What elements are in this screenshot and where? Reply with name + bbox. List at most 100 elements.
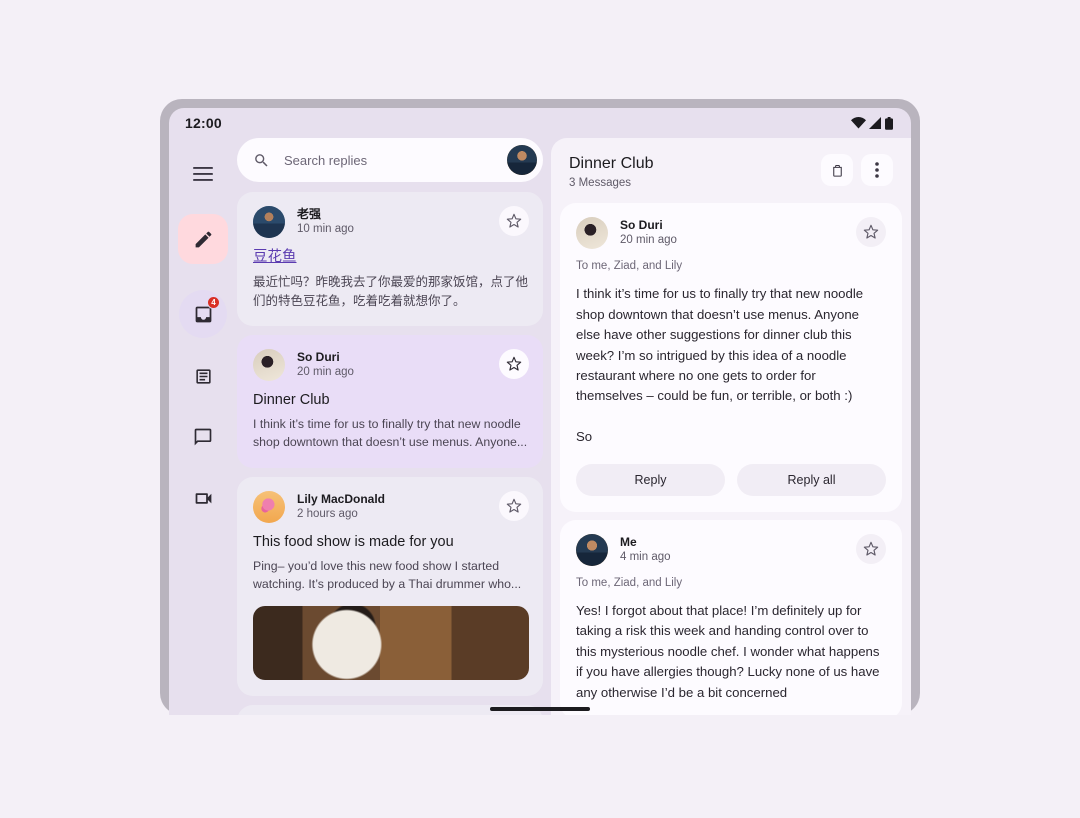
list-item-image[interactable] (253, 605, 529, 680)
reply-actions: Reply Reply all (576, 463, 886, 496)
screen-body: 4 Search replies 老强 10 min ago 豆花鱼 最近忙吗？… (169, 138, 911, 715)
avatar (253, 206, 285, 238)
star-outline-icon (506, 213, 522, 228)
avatar-image (253, 490, 285, 523)
compose-button[interactable] (178, 214, 228, 264)
avatar[interactable] (507, 145, 537, 175)
list-item-sender: 老强 (297, 207, 322, 221)
message-header: Me 4 min ago (576, 533, 886, 566)
list-item-meta: So Duri 20 min ago (297, 349, 499, 378)
list-item-header: Lily MacDonald 2 hours ago (253, 490, 529, 523)
list-item[interactable]: So Duri 20 min ago Dinner Club I think i… (237, 334, 543, 468)
list-item-subject[interactable]: 豆花鱼 (253, 249, 529, 266)
list-item-header: 老强 10 min ago (253, 206, 529, 238)
list-item-meta: 老强 10 min ago (297, 206, 499, 235)
message-count: 3 Messages (569, 177, 632, 190)
list-item-snippet: 最近忙吗？昨晚我去了你最爱的那家饭馆，点了他们的特色豆花鱼，吃着吃着就想你了。 (253, 275, 529, 308)
star-button[interactable] (856, 533, 886, 564)
video-camera-icon (195, 492, 211, 504)
list-item-header: So Duri 20 min ago (253, 348, 529, 381)
message-card: So Duri 20 min ago To me, Ziad, and Lily… (560, 203, 902, 512)
avatar (253, 490, 285, 523)
detail-title-wrap: Dinner Club 3 Messages (569, 154, 813, 189)
delete-button[interactable] (821, 154, 853, 186)
star-button[interactable] (856, 217, 886, 248)
email-attachment-image (253, 605, 529, 680)
more-options-button[interactable] (861, 154, 893, 186)
email-detail-pane: Dinner Club 3 Messages So Duri 20 min ag… (551, 138, 911, 715)
signal-icon (869, 117, 881, 129)
message-card: Me 4 min ago To me, Ziad, and Lily Yes! … (560, 519, 902, 715)
reply-button[interactable]: Reply (576, 463, 725, 496)
message-thread[interactable]: So Duri 20 min ago To me, Ziad, and Lily… (551, 203, 911, 715)
star-outline-icon (506, 498, 522, 513)
more-vertical-icon (875, 162, 879, 178)
message-time: 4 min ago (620, 550, 671, 563)
message-recipients: To me, Ziad, and Lily (576, 576, 683, 589)
search-input[interactable]: Search replies (284, 153, 507, 168)
message-body: Yes! I forgot about that place! I’m defi… (576, 602, 884, 700)
list-item-subject[interactable]: This food show is made for you (253, 534, 529, 551)
page-title: Dinner Club (569, 155, 654, 172)
wifi-icon (851, 117, 866, 129)
list-item-time: 2 hours ago (297, 507, 358, 520)
avatar-image (507, 145, 537, 175)
message-recipients: To me, Ziad, and Lily (576, 260, 683, 273)
pencil-edit-icon (195, 231, 211, 247)
inbox-badge: 4 (207, 296, 220, 309)
navigation-rail: 4 (169, 138, 237, 715)
sidebar-item-menu[interactable] (179, 150, 227, 198)
email-list[interactable]: 老强 10 min ago 豆花鱼 最近忙吗？昨晚我去了你最爱的那家饭馆，点了他… (237, 192, 543, 715)
status-bar-icons (851, 116, 893, 130)
message-meta: So Duri 20 min ago (620, 217, 856, 246)
avatar-image (253, 348, 285, 381)
star-outline-icon (863, 541, 879, 556)
list-item-time: 10 min ago (297, 223, 354, 235)
list-item-snippet: I think it’s time for us to finally try … (253, 417, 528, 449)
message-body: I think it’s time for us to finally try … (576, 286, 864, 445)
star-button[interactable] (499, 206, 529, 236)
reply-all-button[interactable]: Reply all (737, 463, 886, 496)
status-bar-time: 12:00 (185, 115, 222, 131)
chat-bubble-icon (194, 428, 212, 446)
message-sender: So Duri (620, 218, 663, 233)
list-item-meta: Lily MacDonald 2 hours ago (297, 491, 499, 520)
article-icon (195, 368, 211, 384)
device-frame: 12:00 4 Search replies 老强 10 min ago 豆花鱼… (160, 99, 920, 715)
avatar-image (576, 533, 608, 566)
avatar (576, 217, 608, 250)
sidebar-item-inbox[interactable]: 4 (179, 290, 227, 338)
list-item-sender: So Duri (297, 349, 340, 364)
avatar (576, 533, 608, 566)
list-item-subject[interactable]: Dinner Club (253, 392, 529, 409)
list-item-time: 20 min ago (297, 365, 354, 378)
sidebar-item-chat[interactable] (179, 413, 227, 461)
message-header: So Duri 20 min ago (576, 217, 886, 250)
email-list-pane: Search replies 老强 10 min ago 豆花鱼 最近忙吗？昨晚… (237, 138, 551, 715)
message-sender: Me (620, 534, 637, 549)
search-bar[interactable]: Search replies (237, 138, 543, 182)
detail-header: Dinner Club 3 Messages (551, 138, 911, 203)
star-button[interactable] (499, 490, 529, 521)
list-item-snippet: Ping– you’d love this new food show I st… (253, 559, 522, 591)
star-outline-icon (863, 224, 879, 239)
sidebar-item-articles[interactable] (179, 352, 227, 400)
message-time: 20 min ago (620, 234, 677, 247)
trash-icon (832, 164, 842, 177)
home-indicator[interactable] (490, 707, 590, 711)
device-screen: 12:00 4 Search replies 老强 10 min ago 豆花鱼… (169, 108, 911, 715)
avatar-image (253, 206, 285, 238)
hamburger-menu-icon (193, 167, 213, 181)
sidebar-item-meet[interactable] (179, 474, 227, 522)
list-item[interactable]: 老强 10 min ago 豆花鱼 最近忙吗？昨晚我去了你最爱的那家饭馆，点了他… (237, 192, 543, 326)
message-meta: Me 4 min ago (620, 534, 856, 563)
list-item[interactable]: Lily MacDonald 2 hours ago This food sho… (237, 476, 543, 696)
battery-icon (885, 116, 893, 130)
star-outline-icon (506, 356, 522, 371)
star-button[interactable] (499, 348, 529, 379)
search-icon (255, 153, 268, 167)
status-bar: 12:00 (169, 108, 911, 138)
list-item-sender: Lily MacDonald (297, 491, 386, 506)
avatar (253, 348, 285, 381)
avatar-image (576, 217, 608, 250)
